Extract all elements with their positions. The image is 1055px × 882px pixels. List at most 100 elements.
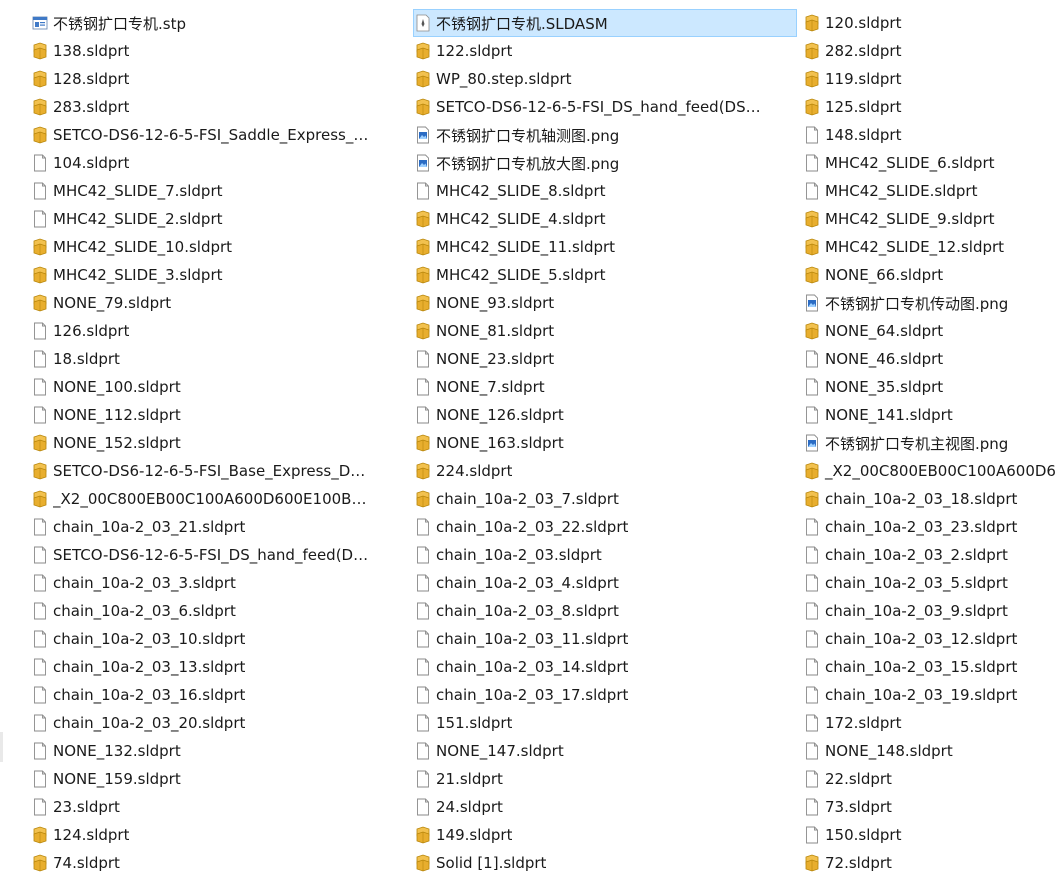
file-item[interactable]: NONE_159.sldprt <box>30 765 390 793</box>
blank-file-icon <box>415 182 431 200</box>
file-item[interactable]: 224.sldprt <box>413 457 797 485</box>
file-item[interactable]: NONE_147.sldprt <box>413 737 797 765</box>
file-item[interactable]: _X2_00C800EB00C100A600D600 <box>802 457 1055 485</box>
file-item[interactable]: chain_10a-2_03_16.sldprt <box>30 681 390 709</box>
file-item[interactable]: chain_10a-2_03_13.sldprt <box>30 653 390 681</box>
file-item[interactable]: chain_10a-2_03_5.sldprt <box>802 569 1055 597</box>
file-item[interactable]: chain_10a-2_03_19.sldprt <box>802 681 1055 709</box>
file-item[interactable]: SETCO-DS6-12-6-5-FSI_DS_hand_feed(DS6... <box>413 93 797 121</box>
file-item[interactable]: NONE_100.sldprt <box>30 373 390 401</box>
file-item[interactable]: 282.sldprt <box>802 37 1055 65</box>
file-item[interactable]: chain_10a-2_03_9.sldprt <box>802 597 1055 625</box>
file-item[interactable]: SETCO-DS6-12-6-5-FSI_Saddle_Express_D... <box>30 121 390 149</box>
file-item[interactable]: chain_10a-2_03_17.sldprt <box>413 681 797 709</box>
file-item[interactable]: MHC42_SLIDE_8.sldprt <box>413 177 797 205</box>
file-item[interactable]: 22.sldprt <box>802 765 1055 793</box>
file-item[interactable]: chain_10a-2_03_23.sldprt <box>802 513 1055 541</box>
file-item[interactable]: SETCO-DS6-12-6-5-FSI_DS_hand_feed(DS6... <box>30 541 390 569</box>
file-item[interactable]: 119.sldprt <box>802 65 1055 93</box>
file-item[interactable]: 不锈钢扩口专机.SLDASM <box>413 9 797 37</box>
file-item[interactable]: 151.sldprt <box>413 709 797 737</box>
file-item[interactable]: chain_10a-2_03_7.sldprt <box>413 485 797 513</box>
file-item[interactable]: 104.sldprt <box>30 149 390 177</box>
file-item[interactable]: NONE_35.sldprt <box>802 373 1055 401</box>
file-item[interactable]: 不锈钢扩口专机.stp <box>30 9 390 37</box>
file-item[interactable]: 148.sldprt <box>802 121 1055 149</box>
file-item[interactable]: chain_10a-2_03_15.sldprt <box>802 653 1055 681</box>
scroll-indicator[interactable] <box>0 732 3 762</box>
file-item[interactable]: MHC42_SLIDE_12.sldprt <box>802 233 1055 261</box>
file-item[interactable]: SETCO-DS6-12-6-5-FSI_Base_Express_DS(D..… <box>30 457 390 485</box>
file-item[interactable]: NONE_66.sldprt <box>802 261 1055 289</box>
file-item[interactable]: 283.sldprt <box>30 93 390 121</box>
file-item[interactable]: MHC42_SLIDE_2.sldprt <box>30 205 390 233</box>
file-item[interactable]: chain_10a-2_03_4.sldprt <box>413 569 797 597</box>
file-item[interactable]: NONE_152.sldprt <box>30 429 390 457</box>
file-name: chain_10a-2_03_13.sldprt <box>53 658 246 676</box>
file-item[interactable]: MHC42_SLIDE_3.sldprt <box>30 261 390 289</box>
file-item[interactable]: chain_10a-2_03_11.sldprt <box>413 625 797 653</box>
file-item[interactable]: NONE_23.sldprt <box>413 345 797 373</box>
file-item[interactable]: WP_80.step.sldprt <box>413 65 797 93</box>
file-item[interactable]: NONE_141.sldprt <box>802 401 1055 429</box>
file-item[interactable]: 172.sldprt <box>802 709 1055 737</box>
file-item[interactable]: MHC42_SLIDE_7.sldprt <box>30 177 390 205</box>
file-item[interactable]: 72.sldprt <box>802 849 1055 877</box>
file-item[interactable]: chain_10a-2_03_8.sldprt <box>413 597 797 625</box>
file-item[interactable]: chain_10a-2_03_6.sldprt <box>30 597 390 625</box>
file-item[interactable]: 不锈钢扩口专机放大图.png <box>413 149 797 177</box>
file-item[interactable]: 21.sldprt <box>413 765 797 793</box>
file-item[interactable]: 120.sldprt <box>802 9 1055 37</box>
file-item[interactable]: Solid [1].sldprt <box>413 849 797 877</box>
file-item[interactable]: 18.sldprt <box>30 345 390 373</box>
file-item[interactable]: MHC42_SLIDE.sldprt <box>802 177 1055 205</box>
file-item[interactable]: chain_10a-2_03_3.sldprt <box>30 569 390 597</box>
file-item[interactable]: NONE_79.sldprt <box>30 289 390 317</box>
file-item[interactable]: 23.sldprt <box>30 793 390 821</box>
file-item[interactable]: 126.sldprt <box>30 317 390 345</box>
file-item[interactable]: NONE_148.sldprt <box>802 737 1055 765</box>
file-item[interactable]: 125.sldprt <box>802 93 1055 121</box>
file-item[interactable]: NONE_112.sldprt <box>30 401 390 429</box>
file-item[interactable]: MHC42_SLIDE_11.sldprt <box>413 233 797 261</box>
file-item[interactable]: chain_10a-2_03_14.sldprt <box>413 653 797 681</box>
file-item[interactable]: 24.sldprt <box>413 793 797 821</box>
file-item[interactable]: 不锈钢扩口专机传动图.png <box>802 289 1055 317</box>
file-item[interactable]: chain_10a-2_03_20.sldprt <box>30 709 390 737</box>
file-item[interactable]: 不锈钢扩口专机主视图.png <box>802 429 1055 457</box>
file-item[interactable]: _X2_00C800EB00C100A600D600E100B600... <box>30 485 390 513</box>
file-item[interactable]: 128.sldprt <box>30 65 390 93</box>
file-item[interactable]: MHC42_SLIDE_10.sldprt <box>30 233 390 261</box>
file-item[interactable]: chain_10a-2_03_22.sldprt <box>413 513 797 541</box>
file-item[interactable]: chain_10a-2_03_21.sldprt <box>30 513 390 541</box>
file-item[interactable]: NONE_46.sldprt <box>802 345 1055 373</box>
file-item[interactable]: NONE_126.sldprt <box>413 401 797 429</box>
file-item[interactable]: MHC42_SLIDE_4.sldprt <box>413 205 797 233</box>
blank-file-icon <box>32 798 48 816</box>
file-item[interactable]: MHC42_SLIDE_6.sldprt <box>802 149 1055 177</box>
file-item[interactable]: 149.sldprt <box>413 821 797 849</box>
file-item[interactable]: NONE_64.sldprt <box>802 317 1055 345</box>
file-item[interactable]: 138.sldprt <box>30 37 390 65</box>
file-list-view[interactable]: 不锈钢扩口专机.stp 138.sldprt 128.sldprt 283.sldpr… <box>0 0 1055 882</box>
file-item[interactable]: NONE_163.sldprt <box>413 429 797 457</box>
file-item[interactable]: chain_10a-2_03.sldprt <box>413 541 797 569</box>
file-item[interactable]: 124.sldprt <box>30 821 390 849</box>
file-item[interactable]: NONE_93.sldprt <box>413 289 797 317</box>
file-item[interactable]: NONE_81.sldprt <box>413 317 797 345</box>
file-item[interactable]: 不锈钢扩口专机轴测图.png <box>413 121 797 149</box>
file-item[interactable]: chain_10a-2_03_12.sldprt <box>802 625 1055 653</box>
file-item[interactable]: chain_10a-2_03_2.sldprt <box>802 541 1055 569</box>
file-item[interactable]: chain_10a-2_03_10.sldprt <box>30 625 390 653</box>
file-item[interactable]: 74.sldprt <box>30 849 390 877</box>
file-item[interactable]: 73.sldprt <box>802 793 1055 821</box>
file-item[interactable]: 150.sldprt <box>802 821 1055 849</box>
file-item[interactable]: MHC42_SLIDE_9.sldprt <box>802 205 1055 233</box>
file-item[interactable]: 122.sldprt <box>413 37 797 65</box>
file-name: chain_10a-2_03_6.sldprt <box>53 602 236 620</box>
file-item[interactable]: NONE_7.sldprt <box>413 373 797 401</box>
file-item[interactable]: NONE_132.sldprt <box>30 737 390 765</box>
file-item[interactable]: chain_10a-2_03_18.sldprt <box>802 485 1055 513</box>
blank-file-icon <box>415 574 431 592</box>
file-item[interactable]: MHC42_SLIDE_5.sldprt <box>413 261 797 289</box>
